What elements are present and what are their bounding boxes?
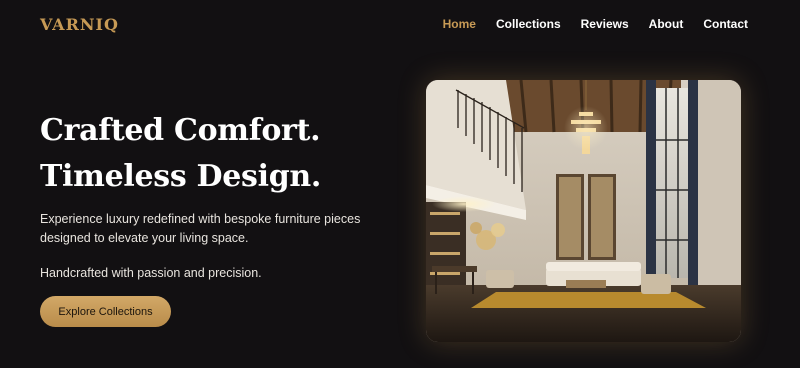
nav-link-about[interactable]: About — [649, 17, 684, 31]
nav-link-contact[interactable]: Contact — [703, 17, 748, 31]
top-navigation: VARNIQ Home Collections Reviews About Co… — [0, 0, 800, 48]
explore-collections-button[interactable]: Explore Collections — [40, 296, 171, 327]
hero-title: Crafted Comfort. Timeless Design. — [40, 108, 321, 200]
nav-link-collections[interactable]: Collections — [496, 17, 561, 31]
nav-link-home[interactable]: Home — [443, 17, 476, 31]
nav-link-reviews[interactable]: Reviews — [581, 17, 629, 31]
hero-note: Handcrafted with passion and precision. — [40, 266, 262, 280]
nav-links: Home Collections Reviews About Contact — [443, 17, 748, 31]
hero-title-line-2: Timeless Design. — [40, 159, 322, 194]
living-room-illustration — [426, 80, 741, 342]
brand-logo[interactable]: VARNIQ — [40, 15, 119, 34]
hero-description: Experience luxury redefined with bespoke… — [40, 212, 361, 245]
hero-title-line-1: Crafted Comfort. — [40, 113, 321, 148]
hero-interior-image — [426, 80, 741, 342]
